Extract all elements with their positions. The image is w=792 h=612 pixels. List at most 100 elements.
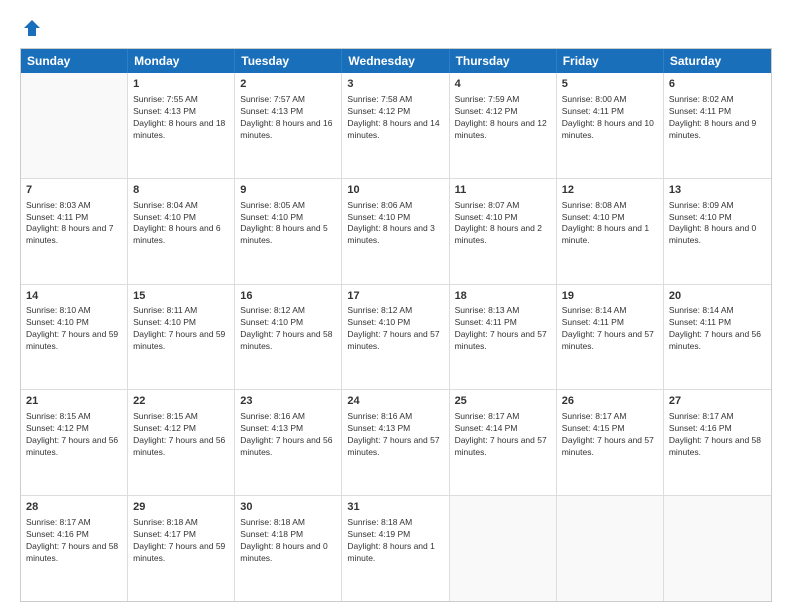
cell-info: Sunrise: 8:09 AMSunset: 4:10 PMDaylight:… — [669, 200, 766, 248]
day-number: 22 — [133, 394, 229, 409]
cell-info: Sunrise: 7:58 AMSunset: 4:12 PMDaylight:… — [347, 94, 443, 142]
calendar-week-5: 28 Sunrise: 8:17 AMSunset: 4:16 PMDayligh… — [21, 496, 771, 601]
day-number: 6 — [669, 77, 766, 92]
calendar-cell: 6 Sunrise: 8:02 AMSunset: 4:11 PMDaylight… — [664, 73, 771, 178]
day-number: 26 — [562, 394, 658, 409]
calendar-cell: 27 Sunrise: 8:17 AMSunset: 4:16 PMDayligh… — [664, 390, 771, 495]
calendar-body: 1Sunrise: 7:55 AMSunset: 4:13 PMDaylight… — [21, 73, 771, 601]
header — [20, 18, 772, 38]
cell-info: Sunrise: 8:08 AMSunset: 4:10 PMDaylight:… — [562, 200, 658, 248]
cell-info: Sunrise: 8:16 AMSunset: 4:13 PMDaylight:… — [240, 411, 336, 459]
day-number: 17 — [347, 289, 443, 304]
calendar-cell: 3 Sunrise: 7:58 AMSunset: 4:12 PMDaylight… — [342, 73, 449, 178]
header-day-tuesday: Tuesday — [235, 49, 342, 73]
calendar-cell: 11 Sunrise: 8:07 AMSunset: 4:10 PMDayligh… — [450, 179, 557, 284]
calendar-cell: 30 Sunrise: 8:18 AMSunset: 4:18 PMDayligh… — [235, 496, 342, 601]
cell-info: Sunrise: 8:18 AMSunset: 4:19 PMDaylight:… — [347, 517, 443, 565]
calendar-cell: 18Sunrise: 8:13 AMSunset: 4:11 PMDayligh… — [450, 285, 557, 390]
cell-info: Sunrise: 8:03 AMSunset: 4:11 PMDaylight:… — [26, 200, 122, 248]
day-number: 3 — [347, 77, 443, 92]
day-number: 20 — [669, 289, 766, 304]
day-number: 10 — [347, 183, 443, 198]
cell-info: Sunrise: 8:17 AMSunset: 4:16 PMDaylight:… — [26, 517, 122, 565]
calendar-cell: 20Sunrise: 8:14 AMSunset: 4:11 PMDayligh… — [664, 285, 771, 390]
day-number: 24 — [347, 394, 443, 409]
cell-info: Sunrise: 8:17 AMSunset: 4:15 PMDaylight:… — [562, 411, 658, 459]
calendar-cell: 16Sunrise: 8:12 AMSunset: 4:10 PMDayligh… — [235, 285, 342, 390]
day-number: 23 — [240, 394, 336, 409]
calendar-cell: 23 Sunrise: 8:16 AMSunset: 4:13 PMDayligh… — [235, 390, 342, 495]
calendar-cell — [557, 496, 664, 601]
day-number: 4 — [455, 77, 551, 92]
cell-info: Sunrise: 8:02 AMSunset: 4:11 PMDaylight:… — [669, 94, 766, 142]
calendar-cell: 9 Sunrise: 8:05 AMSunset: 4:10 PMDaylight… — [235, 179, 342, 284]
calendar-cell — [450, 496, 557, 601]
cell-info: Sunrise: 8:05 AMSunset: 4:10 PMDaylight:… — [240, 200, 336, 248]
day-number: 25 — [455, 394, 551, 409]
calendar-cell: 17Sunrise: 8:12 AMSunset: 4:10 PMDayligh… — [342, 285, 449, 390]
day-number: 12 — [562, 183, 658, 198]
cell-info: Sunrise: 7:57 AMSunset: 4:13 PMDaylight:… — [240, 94, 336, 142]
day-number: 15 — [133, 289, 229, 304]
header-day-saturday: Saturday — [664, 49, 771, 73]
day-number: 14 — [26, 289, 122, 304]
calendar-cell: 10 Sunrise: 8:06 AMSunset: 4:10 PMDayligh… — [342, 179, 449, 284]
calendar-cell: 24 Sunrise: 8:16 AMSunset: 4:13 PMDayligh… — [342, 390, 449, 495]
calendar-cell: 1Sunrise: 7:55 AMSunset: 4:13 PMDaylight… — [128, 73, 235, 178]
day-number: 5 — [562, 77, 658, 92]
cell-info: Sunrise: 8:11 AMSunset: 4:10 PMDaylight:… — [133, 305, 229, 353]
cell-info: Sunrise: 8:10 AMSunset: 4:10 PMDaylight:… — [26, 305, 122, 353]
day-number: 2 — [240, 77, 336, 92]
logo-icon — [22, 18, 42, 38]
cell-info: Sunrise: 8:14 AMSunset: 4:11 PMDaylight:… — [562, 305, 658, 353]
header-day-monday: Monday — [128, 49, 235, 73]
cell-info: Sunrise: 8:12 AMSunset: 4:10 PMDaylight:… — [240, 305, 336, 353]
day-number: 19 — [562, 289, 658, 304]
calendar-cell: 15Sunrise: 8:11 AMSunset: 4:10 PMDayligh… — [128, 285, 235, 390]
cell-info: Sunrise: 8:06 AMSunset: 4:10 PMDaylight:… — [347, 200, 443, 248]
day-number: 29 — [133, 500, 229, 515]
calendar-cell: 8Sunrise: 8:04 AMSunset: 4:10 PMDaylight… — [128, 179, 235, 284]
calendar-cell: 12 Sunrise: 8:08 AMSunset: 4:10 PMDayligh… — [557, 179, 664, 284]
day-number: 18 — [455, 289, 551, 304]
calendar-cell: 13 Sunrise: 8:09 AMSunset: 4:10 PMDayligh… — [664, 179, 771, 284]
header-day-thursday: Thursday — [450, 49, 557, 73]
calendar-cell: 14Sunrise: 8:10 AMSunset: 4:10 PMDayligh… — [21, 285, 128, 390]
header-day-friday: Friday — [557, 49, 664, 73]
cell-info: Sunrise: 8:18 AMSunset: 4:18 PMDaylight:… — [240, 517, 336, 565]
cell-info: Sunrise: 8:13 AMSunset: 4:11 PMDaylight:… — [455, 305, 551, 353]
cell-info: Sunrise: 8:12 AMSunset: 4:10 PMDaylight:… — [347, 305, 443, 353]
cell-info: Sunrise: 8:07 AMSunset: 4:10 PMDaylight:… — [455, 200, 551, 248]
cell-info: Sunrise: 7:59 AMSunset: 4:12 PMDaylight:… — [455, 94, 551, 142]
day-number: 30 — [240, 500, 336, 515]
day-number: 9 — [240, 183, 336, 198]
cell-info: Sunrise: 7:55 AMSunset: 4:13 PMDaylight:… — [133, 94, 229, 142]
day-number: 28 — [26, 500, 122, 515]
calendar-header: SundayMondayTuesdayWednesdayThursdayFrid… — [21, 49, 771, 73]
calendar-cell: 25Sunrise: 8:17 AMSunset: 4:14 PMDayligh… — [450, 390, 557, 495]
cell-info: Sunrise: 8:17 AMSunset: 4:16 PMDaylight:… — [669, 411, 766, 459]
calendar-cell: 5 Sunrise: 8:00 AMSunset: 4:11 PMDaylight… — [557, 73, 664, 178]
day-number: 8 — [133, 183, 229, 198]
calendar-cell: 4 Sunrise: 7:59 AMSunset: 4:12 PMDaylight… — [450, 73, 557, 178]
calendar-cell: 29 Sunrise: 8:18 AMSunset: 4:17 PMDayligh… — [128, 496, 235, 601]
day-number: 31 — [347, 500, 443, 515]
day-number: 21 — [26, 394, 122, 409]
cell-info: Sunrise: 8:14 AMSunset: 4:11 PMDaylight:… — [669, 305, 766, 353]
day-number: 13 — [669, 183, 766, 198]
header-day-sunday: Sunday — [21, 49, 128, 73]
day-number: 7 — [26, 183, 122, 198]
cell-info: Sunrise: 8:16 AMSunset: 4:13 PMDaylight:… — [347, 411, 443, 459]
calendar-cell: 31 Sunrise: 8:18 AMSunset: 4:19 PMDayligh… — [342, 496, 449, 601]
calendar-week-1: 1Sunrise: 7:55 AMSunset: 4:13 PMDaylight… — [21, 73, 771, 179]
day-number: 27 — [669, 394, 766, 409]
calendar-cell: 26 Sunrise: 8:17 AMSunset: 4:15 PMDayligh… — [557, 390, 664, 495]
page: SundayMondayTuesdayWednesdayThursdayFrid… — [0, 0, 792, 612]
calendar-cell — [664, 496, 771, 601]
cell-info: Sunrise: 8:00 AMSunset: 4:11 PMDaylight:… — [562, 94, 658, 142]
day-number: 11 — [455, 183, 551, 198]
calendar-cell: 2 Sunrise: 7:57 AMSunset: 4:13 PMDaylight… — [235, 73, 342, 178]
calendar-cell: 7 Sunrise: 8:03 AMSunset: 4:11 PMDaylight… — [21, 179, 128, 284]
cell-info: Sunrise: 8:18 AMSunset: 4:17 PMDaylight:… — [133, 517, 229, 565]
calendar-week-3: 14Sunrise: 8:10 AMSunset: 4:10 PMDayligh… — [21, 285, 771, 391]
